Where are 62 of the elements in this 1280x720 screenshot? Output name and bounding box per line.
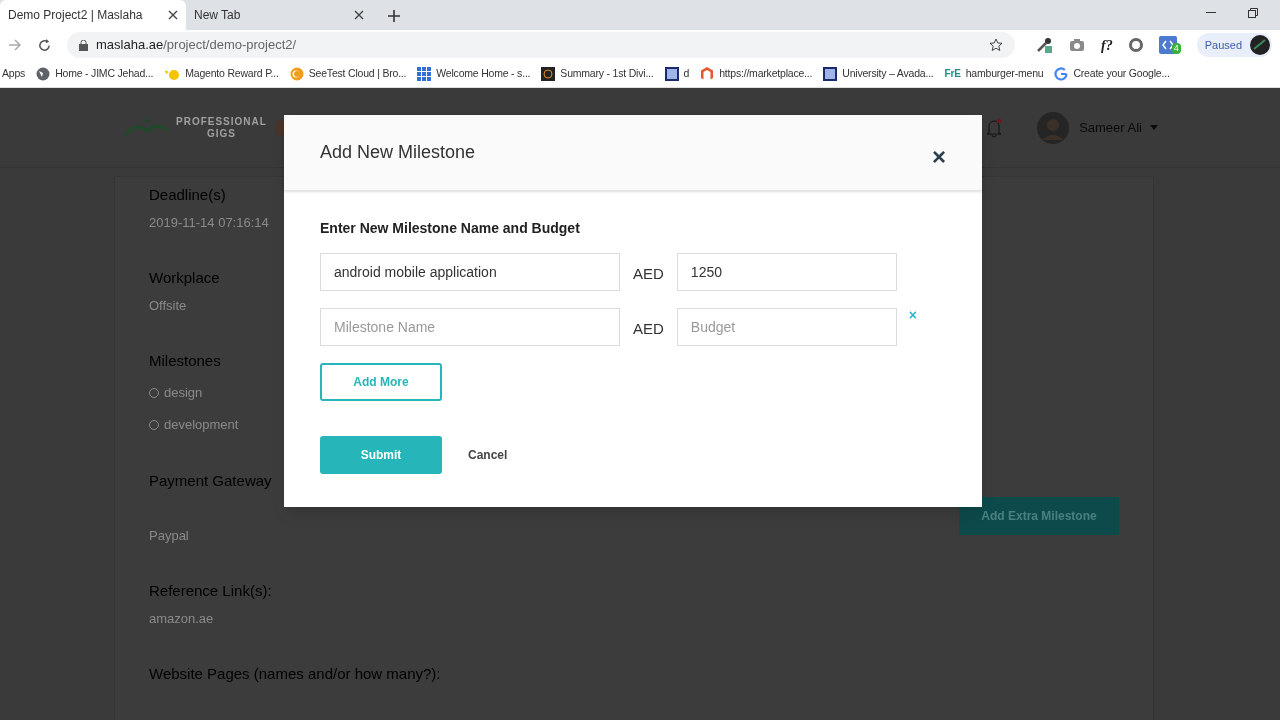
bookmark[interactable]: University – Avada... bbox=[823, 65, 934, 82]
code-extension-icon[interactable] bbox=[1158, 36, 1177, 54]
bookmark[interactable]: Welcome Home - s... bbox=[417, 65, 531, 82]
minimize-icon[interactable] bbox=[1206, 12, 1216, 14]
modal-title: Add New Milestone bbox=[320, 141, 476, 164]
bookmark[interactable]: FrE hamburger-menu bbox=[944, 65, 1044, 82]
section-heading: Website Pages (names and/or how many?): bbox=[149, 664, 441, 684]
close-icon[interactable] bbox=[354, 10, 364, 20]
magento-icon bbox=[700, 66, 715, 81]
address-bar[interactable]: maslaha.ae/project/demo-project2/ bbox=[67, 32, 1015, 58]
form-label: Enter New Milestone Name and Budget bbox=[320, 219, 580, 238]
count-badge: 4 bbox=[1171, 43, 1181, 54]
eyedropper-icon[interactable] bbox=[1035, 36, 1053, 54]
section-heading: Workplace bbox=[149, 268, 220, 288]
bookmark[interactable]: https://marketplace... bbox=[700, 65, 813, 82]
camera-icon[interactable] bbox=[1069, 38, 1085, 52]
circle-icon[interactable] bbox=[1128, 38, 1143, 52]
bookmark[interactable]: Magento Reward P... bbox=[164, 65, 279, 82]
browser-tab[interactable]: New Tab bbox=[186, 0, 372, 30]
bookmark[interactable]: Summary - 1st Divi... bbox=[541, 65, 654, 82]
close-button[interactable]: × bbox=[932, 144, 946, 169]
coin-icon bbox=[289, 66, 304, 81]
currency-label: AED bbox=[633, 264, 664, 284]
favicon-icon: FrE bbox=[944, 66, 961, 81]
section-heading: Milestones bbox=[149, 351, 221, 371]
globe-icon bbox=[36, 66, 51, 81]
grid-icon bbox=[417, 66, 432, 81]
url-text: maslaha.ae/project/demo-project2/ bbox=[96, 36, 298, 55]
restore-icon[interactable] bbox=[1248, 8, 1258, 18]
square-icon bbox=[541, 66, 556, 81]
bookmark[interactable]: Apps bbox=[2, 65, 26, 82]
section-heading: Payment Gateway bbox=[149, 471, 272, 491]
section-value: amazon.ae bbox=[149, 610, 214, 628]
avatar-icon bbox=[1250, 35, 1270, 55]
section-heading: Deadline(s) bbox=[149, 185, 226, 205]
star-icon[interactable] bbox=[989, 38, 1003, 52]
extension-icon[interactable]: f? bbox=[1101, 34, 1113, 56]
cancel-button[interactable]: Cancel bbox=[468, 446, 508, 464]
section-value: 2019-11-14 07:16:14 bbox=[149, 214, 269, 232]
lock-icon bbox=[79, 39, 88, 51]
bookmark[interactable]: Create your Google... bbox=[1054, 65, 1170, 82]
google-icon bbox=[1054, 66, 1069, 81]
browser-tab[interactable]: Demo Project2 | Maslaha bbox=[0, 0, 186, 30]
milestone-label: development bbox=[164, 416, 239, 434]
budget-field[interactable]: 1250 bbox=[676, 253, 897, 291]
section-value: Offsite bbox=[149, 297, 187, 315]
new-tab-icon[interactable] bbox=[388, 10, 400, 22]
milestone-label: design bbox=[164, 384, 203, 402]
reload-icon[interactable] bbox=[38, 38, 51, 52]
profile-button[interactable]: Paused bbox=[1196, 33, 1272, 57]
milestone-name-field[interactable]: android mobile application bbox=[320, 253, 620, 291]
bookmark[interactable]: d bbox=[664, 65, 690, 82]
milestone-name-field[interactable]: Milestone Name bbox=[320, 308, 620, 346]
currency-label: AED bbox=[633, 319, 664, 339]
section-heading: Reference Link(s): bbox=[149, 581, 272, 601]
bookmark[interactable]: Home - JIMC Jehad... bbox=[36, 65, 154, 82]
bookmark[interactable]: SeeTest Cloud | Bro... bbox=[289, 65, 407, 82]
budget-field[interactable]: Budget bbox=[676, 308, 897, 346]
logo-text: GIGS bbox=[206, 127, 236, 140]
close-icon[interactable] bbox=[168, 10, 178, 20]
logo-text: PROFESSIONAL bbox=[176, 115, 267, 128]
section-value: Paypal bbox=[149, 527, 189, 545]
